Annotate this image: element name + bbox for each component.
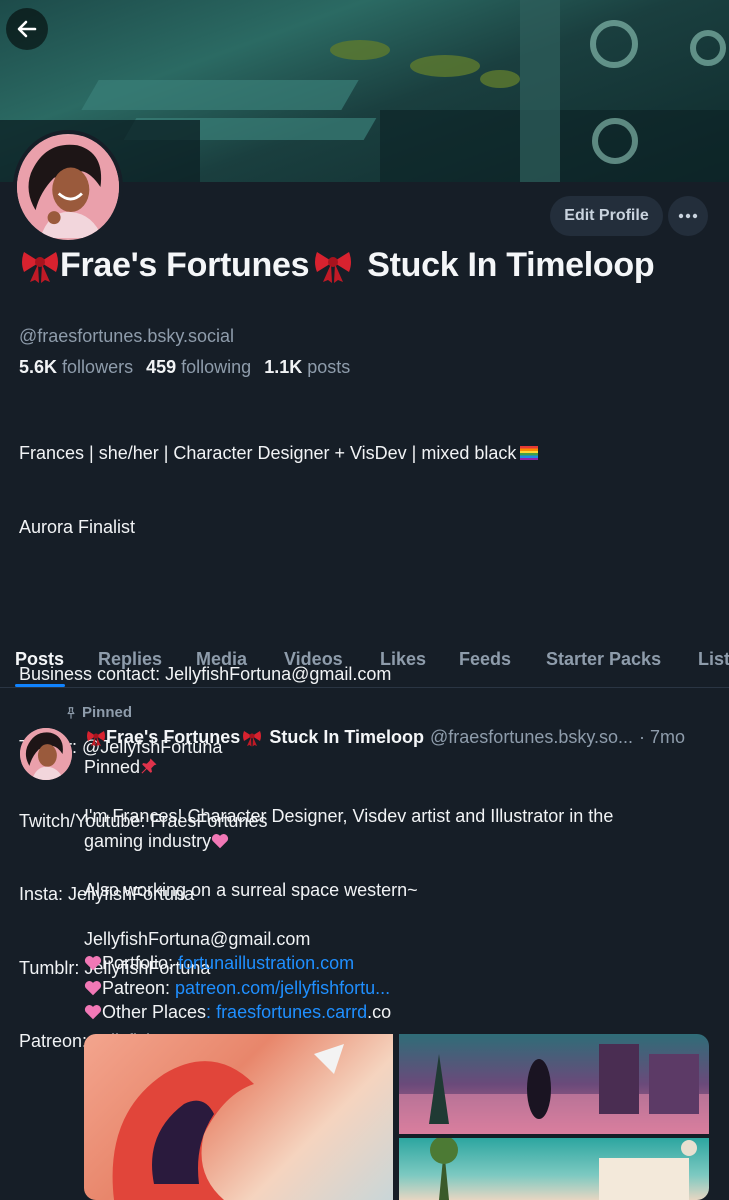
profile-tabs: Posts Replies Media Videos Likes Feeds S… (0, 632, 729, 688)
profile-display-name: Frae's Fortunes Stuck In Timeloop (20, 246, 655, 285)
patreon-label: Patreon: (102, 977, 176, 998)
active-tab-indicator (15, 684, 65, 687)
portfolio-link[interactable]: fortunaillustration.com (178, 953, 354, 973)
post-image[interactable] (399, 1034, 709, 1134)
display-name-suffix: Stuck In Timeloop (367, 246, 655, 284)
tab-lists[interactable]: List (698, 649, 729, 670)
pink-heart-icon (212, 833, 229, 848)
post-text: Also working on a surreal space western~ (84, 879, 418, 900)
post-text: I'm Frances! Character Designer, Visdev … (84, 806, 614, 826)
more-options-button[interactable] (668, 196, 708, 236)
patreon-link[interactable]: patreon.com/jellyfishfortu... (175, 978, 390, 998)
ribbon-bow-icon (243, 730, 262, 746)
bio-line: Frances | she/her | Character Designer +… (19, 443, 517, 463)
tab-starter-packs[interactable]: Starter Packs (546, 649, 661, 670)
rainbow-flag-icon (520, 446, 539, 460)
tab-feeds[interactable]: Feeds (459, 649, 511, 670)
pink-heart-icon (84, 980, 102, 995)
pinned-indicator: Pinned (64, 704, 132, 721)
post-text: gaming industry (84, 830, 212, 851)
tab-replies[interactable]: Replies (98, 649, 162, 670)
ribbon-bow-icon (87, 730, 105, 746)
other-places-label: Other Places (102, 1002, 207, 1022)
bio-line: Aurora Finalist (19, 516, 136, 537)
back-button[interactable] (6, 8, 48, 50)
pink-heart-icon (84, 1005, 102, 1020)
post-text: JellyfishFortuna@gmail.com (84, 928, 311, 949)
bio-line (19, 588, 538, 613)
following-link[interactable]: 459 following (146, 357, 251, 377)
post-image[interactable] (84, 1034, 393, 1200)
post-text: Pinned (84, 757, 141, 777)
tab-media[interactable]: Media (196, 649, 247, 670)
profile-handle: @fraesfortunes.bsky.social (19, 326, 235, 346)
pink-heart-icon (84, 956, 102, 971)
post-author-name[interactable]: Frae's Fortunes (106, 727, 240, 748)
back-arrow-icon (17, 20, 37, 38)
avatar-image (20, 728, 72, 780)
portfolio-label: Portfolio: (102, 953, 179, 973)
post-author-suffix[interactable]: Stuck In Timeloop (269, 727, 424, 748)
pin-icon (67, 706, 75, 719)
post-author-avatar[interactable] (20, 728, 72, 780)
tab-videos[interactable]: Videos (284, 649, 343, 670)
post-body: Pinned I'm Frances! Character Designer, … (84, 755, 714, 1025)
other-places-tail: .co (367, 1002, 392, 1022)
post-author-handle[interactable]: @fraesfortunes.bsky.so... (430, 727, 633, 748)
tab-posts[interactable]: Posts (15, 649, 64, 670)
avatar-image (17, 136, 119, 238)
post-media-grid (84, 1034, 709, 1200)
ribbon-bow-icon (315, 251, 352, 283)
followers-link[interactable]: 5.6K followers (19, 357, 133, 377)
other-places-link[interactable]: : fraesfortunes.carrd (206, 1002, 367, 1022)
ribbon-bow-icon (22, 251, 58, 283)
profile-stats: 5.6K followers 459 following 1.1K posts (19, 357, 350, 378)
edit-profile-button[interactable]: Edit Profile (550, 196, 663, 236)
pinned-label-text: Pinned (82, 704, 133, 721)
post-header: Frae's Fortunes Stuck In Timeloop @fraes… (86, 727, 716, 748)
display-name-text: Frae's Fortunes (60, 246, 310, 284)
pushpin-icon (141, 758, 157, 774)
tab-likes[interactable]: Likes (380, 649, 426, 670)
posts-count: 1.1K posts (264, 357, 351, 377)
post-timestamp[interactable]: · 7mo (639, 727, 685, 748)
post-image[interactable] (399, 1136, 709, 1200)
more-horizontal-icon (678, 213, 698, 219)
profile-avatar[interactable] (13, 130, 123, 244)
